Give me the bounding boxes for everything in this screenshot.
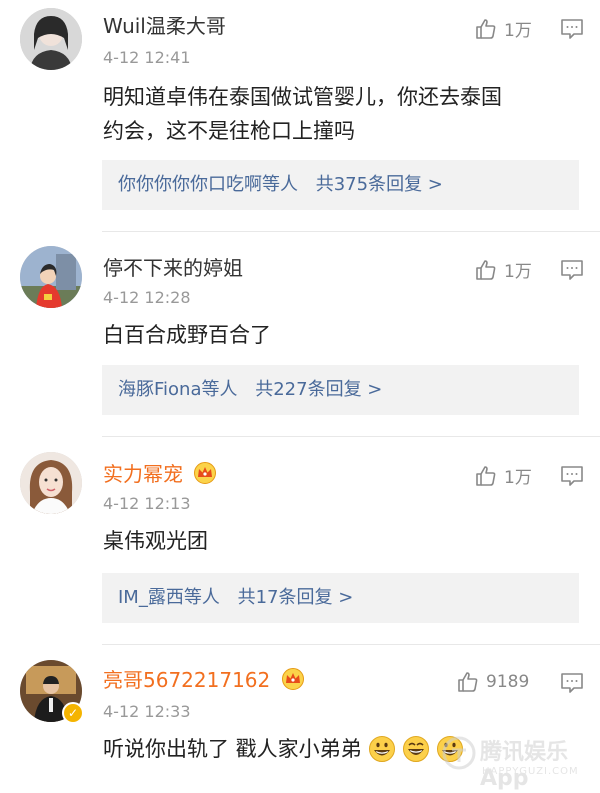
reply-users: 海豚Fiona等人 <box>118 379 238 400</box>
username-text[interactable]: 亮哥5672217162 <box>103 668 270 692</box>
thumbs-up-icon <box>458 672 478 692</box>
avatar[interactable] <box>20 452 82 514</box>
thumbs-up-icon <box>476 259 496 280</box>
username[interactable]: Wuil温柔大哥 <box>103 14 226 38</box>
replies-summary[interactable]: IM_露西等人 共17条回复 > <box>102 573 579 623</box>
crown-icon <box>194 462 217 484</box>
verified-badge-icon: ✓ <box>62 702 84 724</box>
username[interactable]: 实力幂宠 <box>103 462 217 486</box>
comment-text: 明知道卓伟在泰国做试管婴儿，你还去泰国 约会，这不是往枪口上撞吗 <box>103 80 573 148</box>
timestamp: 4-12 12:28 <box>103 288 191 307</box>
reply-users: 你你你你你口吃啊等人 <box>118 174 298 195</box>
comment-bubble-icon[interactable] <box>560 672 584 694</box>
like-count: 1万 <box>504 262 532 282</box>
grinning-emoji-icon <box>368 736 395 762</box>
username-text[interactable]: 实力幂宠 <box>103 462 183 486</box>
like-button[interactable]: 9189 <box>456 670 529 694</box>
comment-bubble-icon[interactable] <box>560 259 584 281</box>
like-count: 1万 <box>504 21 532 41</box>
comment-text: 白百合成野百合了 <box>103 318 573 352</box>
reply-count-link[interactable]: 共227条回复 > <box>255 379 382 400</box>
replies-summary[interactable]: 海豚Fiona等人 共227条回复 > <box>102 365 579 415</box>
divider <box>102 644 600 645</box>
avatar[interactable] <box>20 8 82 70</box>
watermark-subtext: HAPPYGUZI.COM <box>482 766 579 777</box>
comment-text-line: 约会，这不是往枪口上撞吗 <box>103 119 355 143</box>
timestamp: 4-12 12:13 <box>103 494 191 513</box>
comment-text: 桌伟观光团 <box>103 524 573 558</box>
divider <box>102 231 600 232</box>
comment-bubble-icon[interactable] <box>560 465 584 487</box>
username[interactable]: 停不下来的婷姐 <box>103 256 243 280</box>
like-button[interactable]: 1万 <box>474 16 532 41</box>
reply-count-link[interactable]: 共17条回复 > <box>238 587 354 608</box>
like-count: 1万 <box>504 468 532 488</box>
timestamp: 4-12 12:41 <box>103 48 191 67</box>
comment-text-line: 桌伟观光团 <box>103 529 208 553</box>
replies-summary[interactable]: 你你你你你口吃啊等人 共375条回复 > <box>102 160 579 210</box>
grinning-emoji-icon <box>402 736 429 762</box>
like-count: 9189 <box>486 672 530 692</box>
thumbs-up-icon <box>476 18 496 39</box>
watermark: 腾讯娱乐App HAPPYGUZI.COM <box>440 730 600 791</box>
reply-count-link[interactable]: 共375条回复 > <box>316 174 443 195</box>
comment-text-line: 白百合成野百合了 <box>103 323 271 347</box>
like-button[interactable]: 1万 <box>474 463 532 488</box>
like-button[interactable]: 1万 <box>474 257 532 282</box>
logo-icon <box>442 736 476 770</box>
thumbs-up-icon <box>476 465 496 486</box>
watermark-text: 腾讯娱乐App <box>480 740 569 791</box>
avatar[interactable] <box>20 246 82 308</box>
divider <box>102 436 600 437</box>
crown-icon <box>281 668 304 690</box>
comment-bubble-icon[interactable] <box>560 18 584 40</box>
username[interactable]: 亮哥5672217162 <box>103 668 305 692</box>
comment-text-line: 明知道卓伟在泰国做试管婴儿，你还去泰国 <box>103 85 502 109</box>
reply-users: IM_露西等人 <box>118 587 220 608</box>
comment-text-line: 听说你出轨了 戳人家小弟弟 <box>103 737 362 761</box>
timestamp: 4-12 12:33 <box>103 702 191 721</box>
